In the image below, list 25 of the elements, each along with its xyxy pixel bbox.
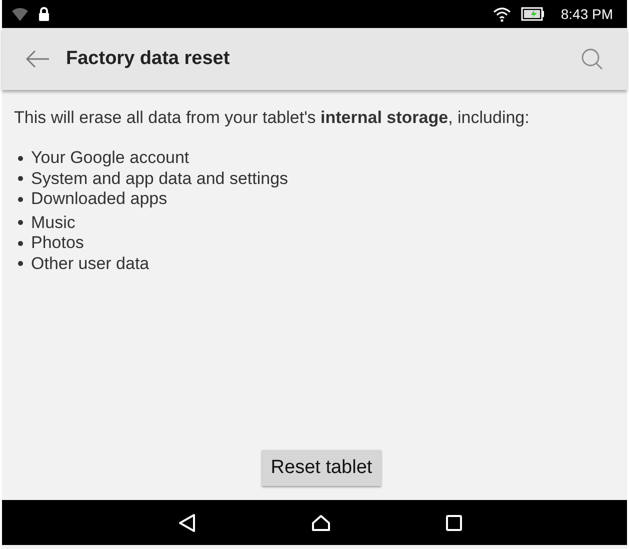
list-item: Music [31, 212, 76, 233]
battery-icon [520, 7, 545, 21]
clock-time: 8:43 PM [560, 6, 613, 22]
search-icon[interactable] [581, 48, 603, 70]
screen-title: Factory data reset [66, 48, 230, 70]
recents-icon[interactable] [446, 514, 462, 530]
bullet-icon [18, 220, 23, 226]
bullet-icon [18, 176, 23, 182]
reset-button[interactable]: Reset tablet [262, 450, 382, 486]
lock-icon [38, 7, 50, 21]
back-icon[interactable] [178, 514, 196, 532]
bullet-icon [18, 196, 23, 202]
list-item: Photos [31, 233, 84, 254]
wifi-icon [492, 6, 511, 22]
wifi-signal-icon [12, 7, 28, 21]
list-item: Downloaded apps [31, 189, 168, 210]
list-item: Your Google account [31, 148, 190, 168]
bullet-icon [18, 240, 23, 246]
list-item: Other user data [31, 254, 150, 274]
description-text: This will erase all data from your tablet's internal storage, including: [14, 108, 530, 128]
list-item: System and app data and settings [31, 168, 288, 189]
back-arrow-icon[interactable] [26, 50, 50, 68]
bullet-icon [18, 156, 23, 161]
bullet-icon [18, 261, 23, 266]
home-icon[interactable] [310, 514, 330, 532]
